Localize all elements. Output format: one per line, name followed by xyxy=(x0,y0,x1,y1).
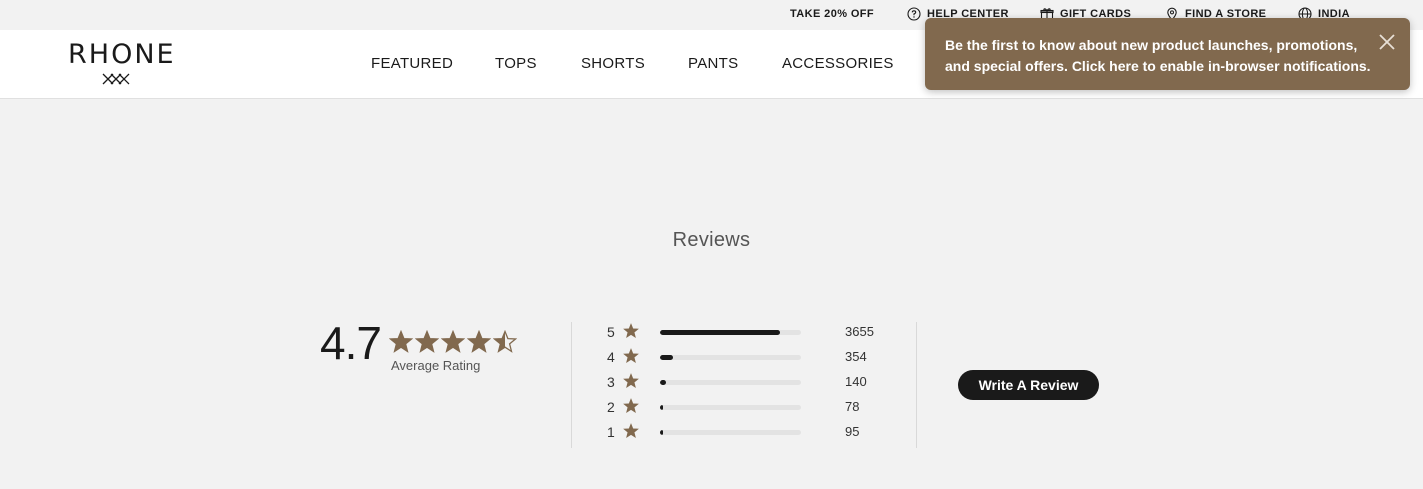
rating-bar-fill xyxy=(660,405,663,410)
star-filled-icon xyxy=(467,330,491,353)
nav-featured[interactable]: FEATURED xyxy=(371,55,453,72)
rating-row-stars: 3 xyxy=(607,374,615,390)
rating-row-4-star[interactable]: 4 354 xyxy=(607,347,887,367)
nav-tops[interactable]: TOPS xyxy=(495,55,537,72)
close-icon[interactable] xyxy=(1377,32,1397,52)
rating-bar-track xyxy=(660,330,801,335)
star-partial-icon xyxy=(493,330,517,353)
star-icon xyxy=(623,423,639,439)
promo-link[interactable]: TAKE 20% OFF xyxy=(790,7,874,21)
logo-wordmark: RHONE xyxy=(68,39,176,70)
rating-row-stars: 1 xyxy=(607,424,615,440)
rating-row-3-star[interactable]: 3 140 xyxy=(607,372,887,392)
nav-shorts[interactable]: SHORTS xyxy=(581,55,645,72)
logo-mark-icon xyxy=(102,73,130,85)
notification-toast[interactable]: Be the first to know about new product l… xyxy=(925,18,1410,90)
average-rating-label: Average Rating xyxy=(391,358,481,373)
rating-row-1-star[interactable]: 1 95 xyxy=(607,422,887,442)
help-circle-icon xyxy=(907,7,921,21)
write-review-button[interactable]: Write A Review xyxy=(958,370,1099,400)
nav-pants[interactable]: PANTS xyxy=(688,55,738,72)
rating-bar-track xyxy=(660,355,801,360)
reviews-heading: Reviews xyxy=(672,229,751,251)
rating-row-count: 354 xyxy=(845,349,867,364)
rating-bar-fill xyxy=(660,430,663,435)
star-icon xyxy=(623,373,639,389)
star-icon xyxy=(623,348,639,364)
rating-bar-track xyxy=(660,405,801,410)
star-filled-icon xyxy=(389,330,413,353)
rating-row-count: 3655 xyxy=(845,324,874,339)
nav-accessories[interactable]: ACCESSORIES xyxy=(782,55,894,72)
divider xyxy=(916,322,917,448)
rating-row-stars: 2 xyxy=(607,399,615,415)
rating-bar-track xyxy=(660,430,801,435)
rating-row-count: 78 xyxy=(845,399,860,414)
promo-label: TAKE 20% OFF xyxy=(790,8,875,20)
rating-row-stars: 4 xyxy=(607,349,615,365)
rating-bar-fill xyxy=(660,380,666,385)
star-filled-icon xyxy=(441,330,465,353)
star-icon xyxy=(623,323,639,339)
average-rating-value: 4.7 xyxy=(320,317,382,369)
rating-bar-fill xyxy=(660,330,780,335)
rhone-logo[interactable]: RHONE xyxy=(68,39,176,87)
rating-bar-track xyxy=(660,380,801,385)
rating-row-count: 95 xyxy=(845,424,860,439)
rating-bar-fill xyxy=(660,355,673,360)
rating-row-count: 140 xyxy=(845,374,867,389)
star-icon xyxy=(623,398,639,414)
rating-row-stars: 5 xyxy=(607,324,615,340)
star-filled-icon xyxy=(415,330,439,353)
average-rating-stars xyxy=(389,330,517,354)
divider xyxy=(571,322,572,448)
rating-row-2-star[interactable]: 2 78 xyxy=(607,397,887,417)
rating-row-5-star[interactable]: 5 3655 xyxy=(607,322,887,342)
toast-message: Be the first to know about new product l… xyxy=(945,37,1371,74)
